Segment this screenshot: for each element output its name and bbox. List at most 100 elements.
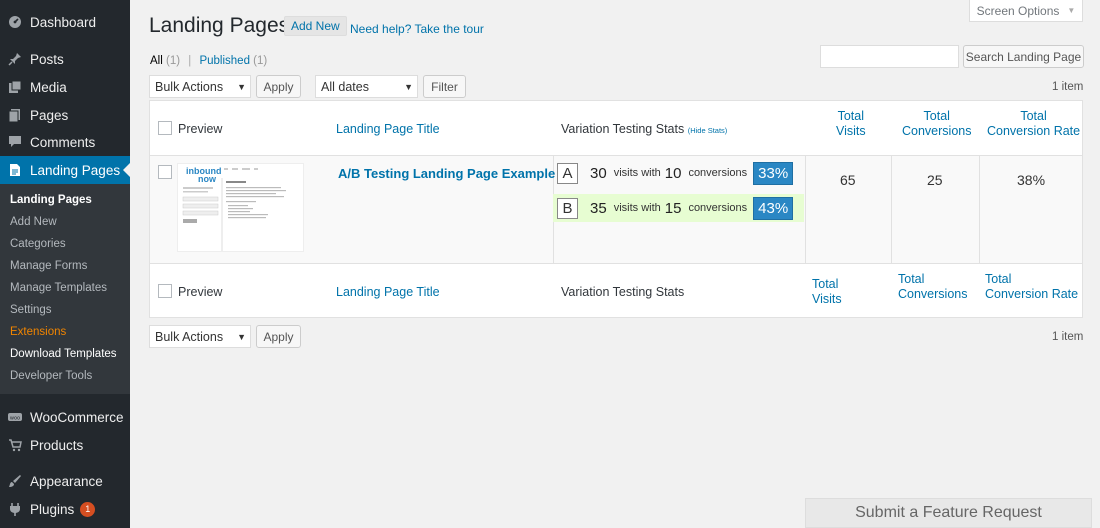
col-variation-stats-label: Variation Testing Stats [561, 122, 685, 136]
bulk-actions-select-bottom[interactable]: Bulk Actions ▼ [149, 325, 251, 348]
submenu-manage-forms[interactable]: Manage Forms [10, 260, 87, 272]
landing-pages-submenu: Landing Pages Add New Categories Manage … [0, 184, 130, 394]
col-conversion-rate-sort[interactable]: Total Conversion Rate [987, 109, 1080, 139]
col-text: Visits [812, 292, 842, 306]
add-new-button[interactable]: Add New [284, 16, 347, 36]
comment-icon [8, 135, 22, 149]
menu-pages[interactable]: Pages [0, 102, 130, 128]
variation-letter[interactable]: A [557, 162, 578, 184]
col-title-sort[interactable]: Landing Page Title [336, 285, 440, 300]
menu-woocommerce[interactable]: woo WooCommerce [0, 404, 130, 430]
items-count-top: 1 item [1052, 81, 1084, 93]
submenu-developer-tools[interactable]: Developer Tools [10, 370, 92, 382]
column-divider [979, 156, 980, 263]
search-input[interactable] [820, 45, 959, 68]
menu-label: Appearance [30, 473, 103, 489]
menu-dashboard[interactable]: Dashboard [0, 9, 130, 35]
variation-rate-badge: 33% [753, 161, 794, 185]
menu-posts[interactable]: Posts [0, 46, 130, 72]
help-tour-link[interactable]: Need help? Take the tour [350, 22, 484, 36]
variation-conversions: 15 [664, 199, 682, 217]
search-landing-page-button[interactable]: Search Landing Page [963, 45, 1084, 68]
submenu-manage-templates[interactable]: Manage Templates [10, 282, 107, 294]
menu-label: WooCommerce [30, 409, 124, 425]
woo-icon: woo [8, 410, 22, 424]
landing-pages-table: Preview Landing Page Title Variation Tes… [149, 100, 1083, 318]
col-variation-stats: Variation Testing Stats (Hide Stats) [561, 122, 727, 136]
select-all-checkbox-footer[interactable] [158, 284, 172, 298]
apply-button-top[interactable]: Apply [256, 75, 301, 98]
filter-published-count: (1) [253, 55, 268, 67]
filter-all-link[interactable]: All [150, 55, 163, 67]
select-all-checkbox[interactable] [158, 121, 172, 135]
row-checkbox[interactable] [158, 165, 172, 179]
variation-rate-badge: 43% [753, 196, 794, 220]
submenu-add-new[interactable]: Add New [10, 216, 57, 228]
filter-all-count: (1) [165, 55, 181, 67]
col-total-visits-sort[interactable]: Total Visits [812, 277, 842, 307]
col-text: Total [923, 109, 950, 123]
caret-down-icon: ▼ [237, 81, 246, 92]
variation-a-stats: A 30 visits with 10 conversions 33% [557, 159, 804, 187]
col-total-conversions-sort[interactable]: Total Conversions [902, 109, 971, 139]
bulk-actions-value: Bulk Actions [155, 329, 224, 344]
col-preview: Preview [178, 122, 223, 136]
submenu-landing-pages[interactable]: Landing Pages [10, 194, 92, 206]
variation-visits-text: visits with [613, 167, 661, 179]
cart-icon [8, 438, 22, 452]
col-text: Conversions [902, 124, 972, 138]
col-text: Conversions [898, 287, 968, 301]
col-title-sort[interactable]: Landing Page Title [336, 122, 440, 137]
triangle-down-icon: ▼ [1067, 6, 1076, 15]
col-text: Total [1020, 109, 1047, 123]
date-filter-select[interactable]: All dates ▼ [315, 75, 418, 98]
col-conversion-rate-sort[interactable]: Total Conversion Rate [985, 272, 1078, 302]
submenu-download-templates[interactable]: Download Templates [10, 348, 117, 360]
svg-text:woo: woo [10, 416, 20, 422]
menu-label: Comments [30, 134, 96, 150]
conversion-rate-value: 38% [1017, 172, 1046, 188]
menu-label: Dashboard [30, 14, 97, 30]
date-filter-value: All dates [321, 79, 369, 94]
bulk-actions-select-top[interactable]: Bulk Actions ▼ [149, 75, 251, 98]
menu-appearance[interactable]: Appearance [0, 468, 130, 494]
total-visits-value: 65 [840, 172, 856, 188]
menu-label: Landing Pages [30, 162, 121, 178]
col-preview: Preview [178, 285, 223, 299]
filter-published-link[interactable]: Published [199, 55, 250, 67]
menu-label: Products [30, 437, 84, 453]
col-total-conversions-sort[interactable]: Total Conversions [898, 272, 967, 302]
apply-button-bottom[interactable]: Apply [256, 325, 301, 348]
status-filter-links: All (1) | Published (1) [150, 55, 267, 67]
menu-landing-pages[interactable]: Landing Pages [0, 156, 130, 184]
col-text: Conversion Rate [987, 124, 1081, 138]
col-text: Conversion Rate [985, 287, 1079, 301]
bulk-actions-value: Bulk Actions [155, 79, 224, 94]
screen-options-label: Screen Options [976, 3, 1060, 18]
menu-products[interactable]: Products [0, 432, 130, 458]
filter-separator: | [188, 55, 192, 67]
landing-page-title-link[interactable]: A/B Testing Landing Page Example [338, 166, 555, 181]
screen-options-button[interactable]: Screen Options ▼ [969, 0, 1083, 22]
menu-comments[interactable]: Comments [0, 129, 130, 155]
variation-visits: 30 [590, 164, 607, 182]
caret-down-icon: ▼ [237, 331, 246, 342]
filter-button[interactable]: Filter [423, 75, 466, 98]
pin-icon [8, 52, 22, 66]
variation-letter[interactable]: B [557, 197, 578, 219]
menu-plugins[interactable]: Plugins 1 [0, 496, 130, 522]
menu-media[interactable]: Media [0, 74, 130, 100]
menu-label: Plugins [30, 501, 75, 517]
submenu-settings[interactable]: Settings [10, 304, 52, 316]
plug-icon [8, 502, 22, 516]
submenu-extensions[interactable]: Extensions [10, 326, 66, 338]
table-row: inbound now A/B Testing Landing Page Exa… [150, 156, 1082, 263]
hide-stats-link[interactable]: (Hide Stats) [688, 126, 728, 135]
variation-visits: 35 [590, 199, 607, 217]
col-variation-stats: Variation Testing Stats [561, 285, 685, 299]
submenu-categories[interactable]: Categories [10, 238, 66, 250]
submit-feature-request-button[interactable]: Submit a Feature Request [805, 498, 1092, 528]
variation-visits-text: visits with [613, 202, 661, 214]
preview-thumbnail[interactable]: inbound now [177, 163, 304, 252]
col-total-visits-sort[interactable]: Total Visits [836, 109, 866, 139]
